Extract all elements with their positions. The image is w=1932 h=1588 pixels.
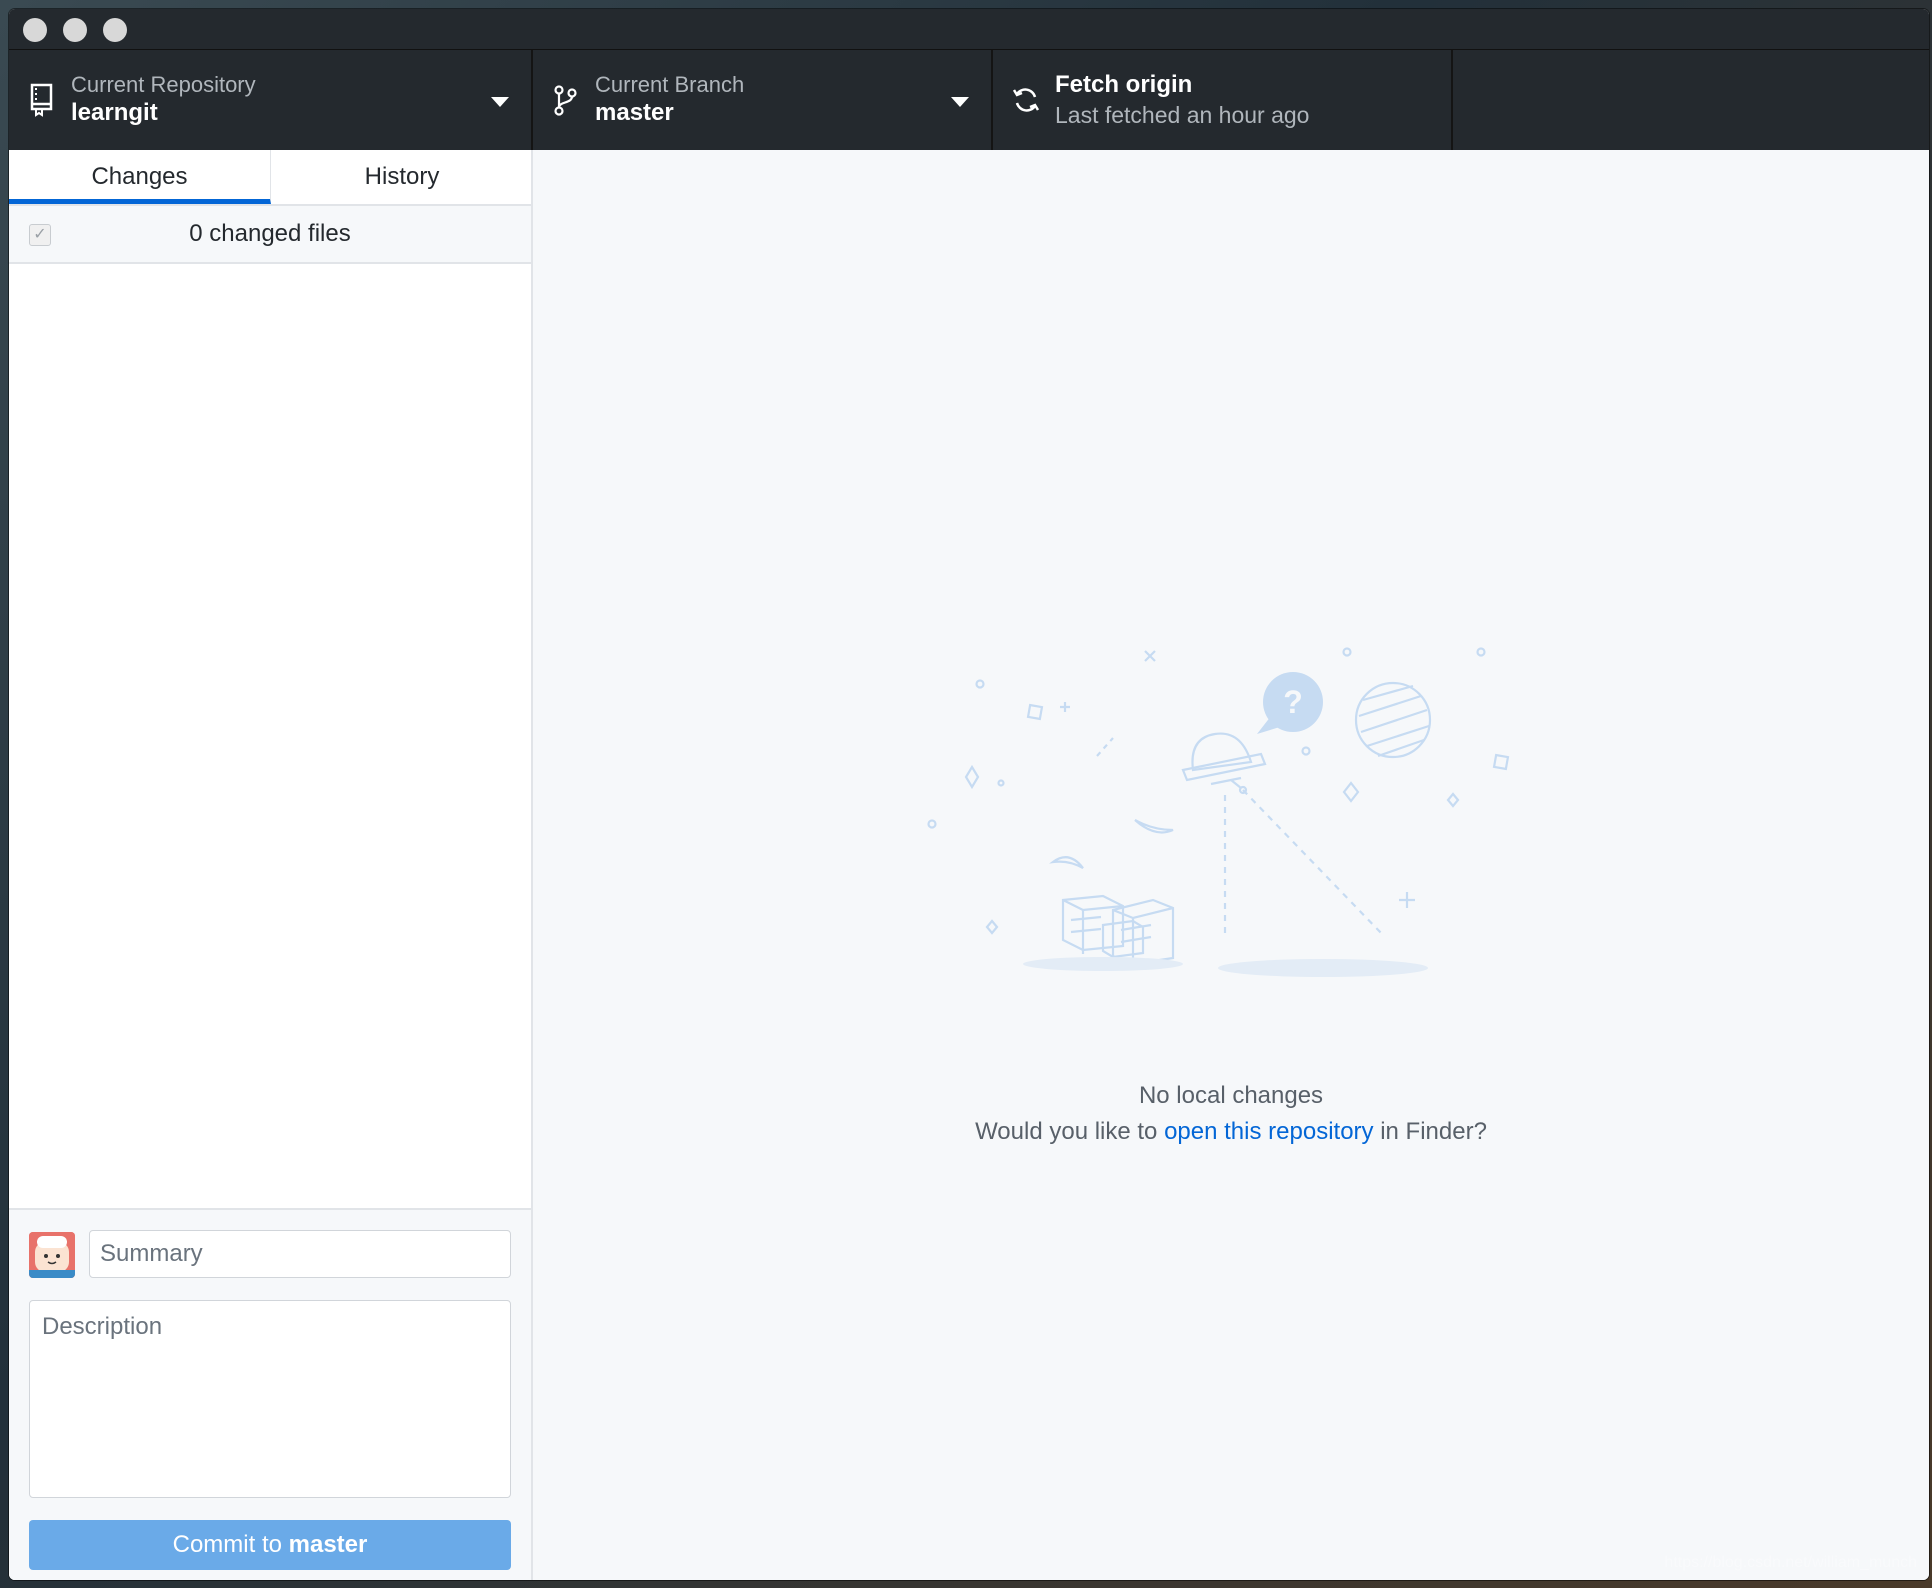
commit-button-branch: master xyxy=(288,1531,368,1558)
branch-icon xyxy=(554,85,577,116)
last-fetched-text: Last fetched an hour ago xyxy=(1055,102,1310,128)
title-bar xyxy=(9,9,1929,50)
caret-down-icon xyxy=(951,97,969,107)
branch-name: master xyxy=(595,99,674,126)
commit-panel: Commit to master xyxy=(9,1208,531,1580)
sidebar: Changes History 0 changed files ✓ Summar… xyxy=(9,150,533,1580)
empty-state-prompt: Would you like to open this repository i… xyxy=(533,1118,1929,1146)
fetch-origin-label: Fetch origin xyxy=(1055,71,1193,98)
sync-icon xyxy=(1012,88,1040,112)
blankslate-illustration-icon: ? xyxy=(927,647,1510,977)
commit-button[interactable]: Commit to master xyxy=(29,1520,511,1570)
avatar xyxy=(29,1232,75,1278)
svg-text:?: ? xyxy=(1283,684,1303,720)
repository-label: Current Repository xyxy=(71,72,256,97)
branch-label: Current Branch xyxy=(595,72,745,97)
close-window-button[interactable] xyxy=(23,18,47,42)
description-input[interactable] xyxy=(29,1300,511,1498)
select-all-checkbox[interactable]: ✓ xyxy=(29,224,51,246)
prompt-text-before: Would you like to xyxy=(975,1118,1165,1145)
changed-files-count: 0 changed files xyxy=(189,220,351,247)
repository-name: learngit xyxy=(71,99,158,126)
empty-state-title: No local changes xyxy=(1138,1082,1324,1109)
tab-bar: Changes History xyxy=(9,150,533,206)
zoom-window-button[interactable] xyxy=(103,18,127,42)
watermark-text: https://blog.csdn.net/william_munch xyxy=(1664,1554,1917,1571)
fetch-origin-button[interactable]: Fetch origin Last fetched an hour ago xyxy=(993,50,1453,150)
open-repository-link[interactable]: open this repository xyxy=(1164,1118,1373,1145)
summary-input[interactable] xyxy=(89,1230,511,1278)
prompt-text-after: in Finder? xyxy=(1373,1118,1487,1145)
app-window: Current Repository learngit Current Bran… xyxy=(9,9,1929,1580)
toolbar: Current Repository learngit Current Bran… xyxy=(9,50,1929,150)
main-panel: ? No local changes Would you like to ope… xyxy=(533,150,1929,1580)
current-repository-dropdown[interactable]: Current Repository learngit xyxy=(9,50,533,150)
tab-history[interactable]: History xyxy=(271,150,533,204)
tab-changes[interactable]: Changes xyxy=(9,150,271,204)
minimize-window-button[interactable] xyxy=(63,18,87,42)
repo-icon xyxy=(30,83,53,117)
current-branch-dropdown[interactable]: Current Branch master xyxy=(533,50,993,150)
commit-button-prefix: Commit to xyxy=(172,1531,289,1558)
changed-files-header: 0 changed files ✓ xyxy=(9,206,531,264)
caret-down-icon xyxy=(491,97,509,107)
